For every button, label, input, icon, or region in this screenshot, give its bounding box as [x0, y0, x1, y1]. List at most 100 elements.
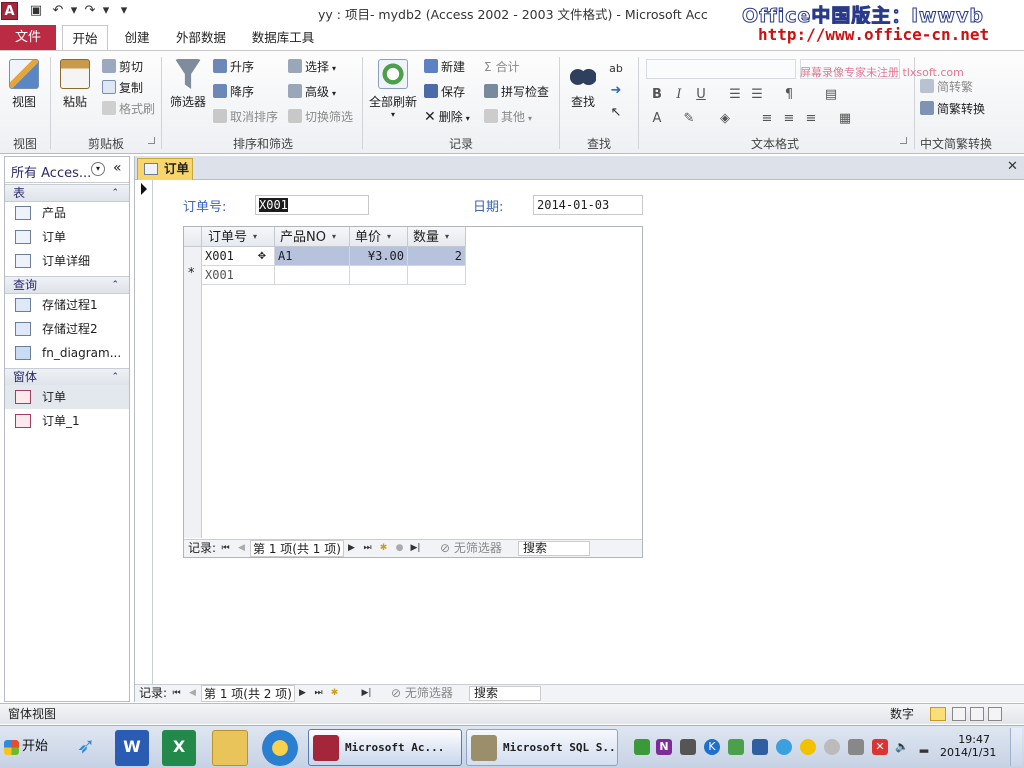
access-logo-icon[interactable]: A [1, 2, 18, 20]
network-signal-icon[interactable]: ▂ [916, 739, 932, 755]
select-cursor-icon[interactable]: ↖ [608, 105, 624, 121]
collapse-pane-icon[interactable]: « [113, 160, 122, 176]
highlight-color-icon[interactable]: ✎ [680, 111, 698, 126]
chevron-down-icon[interactable]: ▾ [445, 227, 449, 246]
current-record-box[interactable]: 第 1 项(共 2 项) [201, 685, 295, 702]
prev-record-icon[interactable]: ◀ [187, 685, 198, 702]
column-header-unit-price[interactable]: 单价 ▾ [350, 227, 408, 247]
first-record-icon[interactable]: ⏮ [171, 685, 182, 702]
cut-button[interactable]: 剪切 [102, 57, 143, 77]
save-icon[interactable]: ▣ [28, 3, 44, 19]
column-header-order-no[interactable]: 订单号 ▾ [202, 227, 275, 247]
new-record-nav-icon[interactable]: ✱ [329, 685, 340, 702]
no-filter-indicator[interactable]: ⊘ 无筛选器 [391, 685, 453, 702]
close-document-icon[interactable]: ✕ [1007, 159, 1018, 174]
align-right-icon[interactable]: ≡ [802, 111, 820, 126]
excel-icon[interactable]: X [162, 730, 196, 766]
advanced-filter-button[interactable]: 高级 ▾ [288, 82, 336, 102]
taskbar-clock[interactable]: 19:47 2014/1/31 [940, 733, 996, 759]
fill-color-icon[interactable]: ◈ [716, 111, 734, 126]
tab-home[interactable]: 开始 [62, 25, 108, 50]
clear-sort-button[interactable]: 取消排序 [213, 107, 278, 127]
form-view-icon[interactable] [930, 707, 946, 721]
tab-external-data[interactable]: 外部数据 [166, 25, 236, 50]
tab-file[interactable]: 文件 [0, 25, 56, 50]
start-button[interactable]: 开始 [2, 734, 50, 760]
to-traditional-button[interactable]: 简转繁 [920, 77, 973, 97]
new-row-cell[interactable] [408, 266, 466, 285]
tray-app-icon[interactable] [634, 739, 650, 755]
current-record-box[interactable]: 第 1 项(共 1 项) [250, 540, 344, 557]
sort-descending-button[interactable]: 降序 [213, 82, 254, 102]
paragraph-direction-icon[interactable]: ¶ [780, 87, 798, 102]
nav-end-icon[interactable]: ▶| [361, 685, 372, 702]
font-color-icon[interactable]: A [648, 111, 666, 126]
save-record-button[interactable]: 保存 [424, 82, 465, 102]
nav-item-products[interactable]: 产品 [5, 201, 129, 225]
tray-security-icon[interactable] [728, 739, 744, 755]
new-row-cell[interactable] [275, 266, 350, 285]
tray-settings-icon[interactable] [824, 739, 840, 755]
design-view-icon[interactable] [988, 707, 1002, 721]
word-icon[interactable]: W [115, 730, 149, 766]
chevron-down-icon[interactable]: ▾ [332, 227, 336, 246]
chinese-conversion-button[interactable]: 简繁转换 [920, 99, 985, 119]
prev-record-icon[interactable]: ◀ [236, 540, 247, 557]
new-row-cell[interactable]: X001 [202, 266, 275, 285]
table-row-cell[interactable]: 2 [408, 247, 466, 266]
paste-button[interactable]: 粘贴 [56, 59, 94, 110]
tab-database-tools[interactable]: 数据库工具 [244, 25, 322, 50]
chevron-down-icon[interactable]: ▾ [91, 162, 105, 176]
document-tab-orders[interactable]: 订单 [137, 158, 193, 180]
redo-dropdown-icon[interactable]: ▾ [98, 3, 114, 19]
show-desktop-button[interactable] [1010, 728, 1022, 766]
align-center-icon[interactable]: ≡ [780, 111, 798, 126]
taskbar-item-sql-server[interactable]: Microsoft SQL S... [466, 729, 618, 766]
nav-section-forms[interactable]: 窗体 ⌃ [5, 368, 129, 386]
next-record-icon[interactable]: ▶ [297, 685, 308, 702]
alternate-row-color-icon[interactable]: ▦ [836, 111, 854, 126]
undo-dropdown-icon[interactable]: ▾ [66, 3, 82, 19]
selection-filter-button[interactable]: 选择 ▾ [288, 57, 336, 77]
more-button[interactable]: 其他 ▾ [484, 107, 532, 127]
underline-icon[interactable]: U [692, 87, 710, 102]
view-button[interactable]: 视图 [4, 59, 44, 110]
tray-device-icon[interactable] [848, 739, 864, 755]
nav-item-order-details[interactable]: 订单详细 [5, 249, 129, 273]
tray-tool-icon[interactable] [680, 739, 696, 755]
feiq-bird-icon[interactable]: ➶ [66, 730, 106, 766]
taskbar-item-access[interactable]: Microsoft Ac... [308, 729, 462, 766]
find-button[interactable]: 查找 [564, 59, 602, 110]
new-row-cell[interactable] [350, 266, 408, 285]
nav-pane-header[interactable]: 所有 Acces... ▾ « [5, 157, 129, 183]
form-search-box[interactable]: 搜索 [469, 686, 541, 701]
last-record-icon[interactable]: ⏭ [313, 685, 324, 702]
media-player-icon[interactable] [262, 730, 298, 766]
sort-ascending-button[interactable]: 升序 [213, 57, 254, 77]
next-record-icon[interactable]: ▶ [346, 540, 357, 557]
clipboard-launcher-icon[interactable] [148, 137, 155, 144]
tab-create[interactable]: 创建 [114, 25, 160, 50]
column-header-quantity[interactable]: 数量 ▾ [408, 227, 466, 247]
nav-end-icon[interactable]: ▶| [410, 540, 421, 557]
tray-k-icon[interactable]: K [704, 739, 720, 755]
font-name-combobox[interactable] [646, 59, 796, 79]
replace-icon[interactable]: ab [608, 61, 624, 77]
table-row-cell[interactable]: A1 [275, 247, 350, 266]
chevron-down-icon[interactable]: ▾ [387, 227, 391, 246]
chevron-down-icon[interactable]: ▾ [253, 227, 257, 246]
gridlines-icon[interactable]: ▤ [822, 87, 840, 102]
increase-indent-icon[interactable]: ☰ [748, 87, 766, 102]
align-left-icon[interactable]: ≡ [758, 111, 776, 126]
nav-item-stored-proc-2[interactable]: 存储过程2 [5, 317, 129, 341]
folder-icon[interactable] [212, 730, 248, 766]
bold-icon[interactable]: B [648, 87, 666, 102]
tray-network-tool-icon[interactable] [752, 739, 768, 755]
redo-icon[interactable]: ↷ [82, 3, 98, 19]
record-selector-column[interactable] [135, 180, 153, 684]
nav-item-stored-proc-1[interactable]: 存储过程1 [5, 293, 129, 317]
nav-item-orders-form-1[interactable]: 订单_1 [5, 409, 129, 433]
no-filter-indicator[interactable]: ⊘ 无筛选器 [440, 540, 502, 557]
totals-button[interactable]: Σ 合计 [484, 57, 520, 77]
volume-icon[interactable]: 🔈 [894, 739, 910, 755]
